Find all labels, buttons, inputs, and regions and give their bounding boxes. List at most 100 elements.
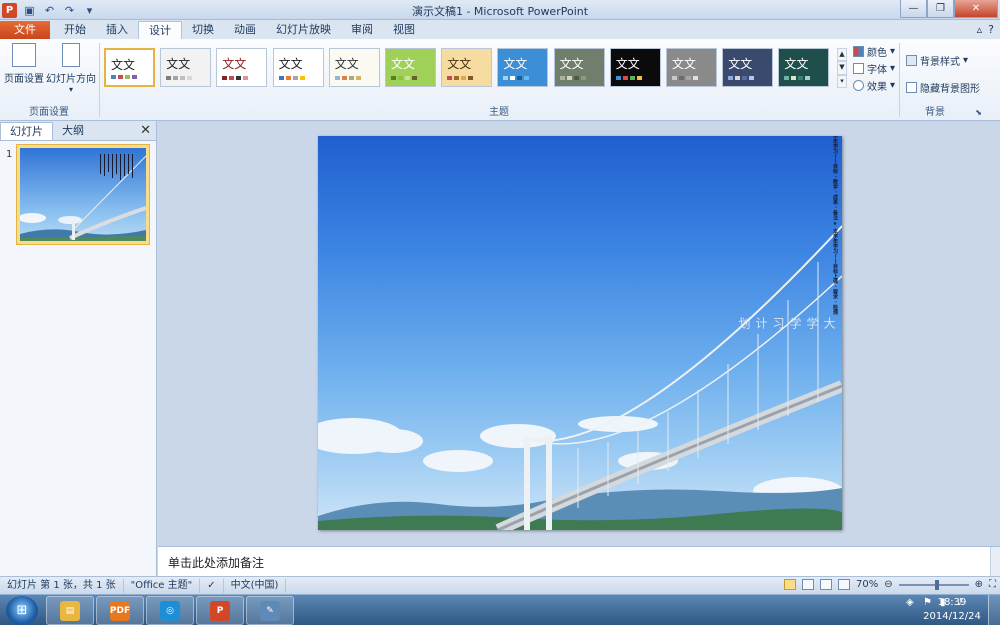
- slide-orientation-button[interactable]: 幻灯片方向 ▾: [46, 43, 96, 94]
- minimize-icon[interactable]: —: [900, 0, 927, 18]
- theme-option[interactable]: 文文: [272, 48, 324, 87]
- taskbar-app-browser[interactable]: ◎: [146, 596, 194, 625]
- theme-option[interactable]: 文文: [216, 48, 268, 87]
- dialog-launcher-icon[interactable]: ⬊: [975, 108, 982, 117]
- theme-color-swatches: [278, 76, 305, 80]
- theme-sample-text: 文文: [503, 57, 528, 71]
- theme-option[interactable]: 文文: [160, 48, 212, 87]
- slide-editor: 大学学习计划 ★ 本学年学习——目标上课 · 要求 · 检测 ★ 第学年学习——目…: [158, 121, 1000, 545]
- tab-outline[interactable]: 大纲: [53, 122, 93, 140]
- theme-option[interactable]: 文文: [104, 48, 155, 87]
- start-button[interactable]: ⊞: [6, 596, 38, 625]
- tab-slideshow[interactable]: 幻灯片放映: [266, 21, 341, 40]
- theme-option[interactable]: 文文: [497, 48, 549, 87]
- tab-home[interactable]: 开始: [54, 21, 96, 40]
- color-swatch: [412, 76, 417, 80]
- theme-color-swatches: [503, 76, 530, 80]
- slide-canvas[interactable]: 大学学习计划 ★ 本学年学习——目标上课 · 要求 · 检测 ★ 第学年学习——目…: [318, 136, 842, 530]
- tab-transitions[interactable]: 切换: [182, 21, 224, 40]
- fit-to-window-icon[interactable]: ⛶: [989, 579, 996, 590]
- slide-sorter-view-icon[interactable]: [801, 579, 814, 590]
- close-icon[interactable]: ✕: [954, 0, 998, 18]
- color-swatch: [236, 76, 242, 80]
- theme-colors-button[interactable]: 颜色 ▾: [853, 44, 895, 59]
- tab-animations[interactable]: 动画: [224, 21, 266, 40]
- hide-background-graphics-checkbox[interactable]: 隐藏背景图形: [906, 80, 980, 95]
- tab-file[interactable]: 文件: [0, 21, 50, 40]
- theme-option[interactable]: 文文: [778, 48, 830, 87]
- theme-option[interactable]: 文文: [328, 48, 380, 87]
- scroll-down-icon[interactable]: ▼: [837, 61, 847, 75]
- theme-option[interactable]: 文文: [609, 48, 661, 87]
- tab-slides[interactable]: 幻灯片: [0, 122, 53, 140]
- zoom-level[interactable]: 70%: [856, 579, 878, 590]
- taskbar-app-paint[interactable]: ✎: [246, 596, 294, 625]
- theme-sample-text: 文文: [559, 57, 584, 71]
- security-shield-icon[interactable]: ◈: [906, 597, 917, 608]
- color-swatch: [348, 76, 354, 80]
- title-bar: P ▣ ↶ ↷ ▾ 演示文稿1 - Microsoft PowerPoint —…: [0, 0, 1000, 20]
- theme-sample-text: 文文: [111, 58, 136, 72]
- zoom-in-icon[interactable]: ⊕: [975, 579, 983, 590]
- color-swatch: [118, 75, 123, 79]
- show-desktop-button[interactable]: [988, 595, 1000, 625]
- slide-thumbnail[interactable]: [16, 144, 150, 245]
- system-clock[interactable]: 18:39 2014/12/24: [922, 596, 982, 624]
- notes-pane[interactable]: 单击此处添加备注: [158, 546, 1000, 577]
- themes-gallery-scroll[interactable]: ▲ ▼ ▾: [837, 48, 847, 88]
- theme-option[interactable]: 文文: [385, 48, 436, 87]
- more-icon[interactable]: ▾: [837, 74, 847, 88]
- tab-review[interactable]: 审阅: [341, 21, 383, 40]
- pdf-icon: PDF: [110, 600, 130, 621]
- theme-option[interactable]: 文文: [722, 48, 774, 87]
- clock-date: 2014/12/24: [923, 611, 981, 622]
- theme-effects-button[interactable]: 效果 ▾: [853, 78, 895, 93]
- zoom-slider-thumb[interactable]: [934, 579, 939, 590]
- color-swatch: [398, 76, 403, 80]
- color-swatch: [278, 76, 284, 80]
- help-icon[interactable]: ?: [988, 23, 994, 36]
- color-swatch: [355, 76, 361, 80]
- tab-view[interactable]: 视图: [383, 21, 425, 40]
- color-swatch: [805, 76, 811, 80]
- language[interactable]: 中文(中国): [224, 578, 287, 593]
- theme-option[interactable]: 文文: [666, 48, 717, 87]
- theme-option[interactable]: 文文: [553, 48, 605, 87]
- reading-view-icon[interactable]: [819, 579, 832, 590]
- maximize-icon[interactable]: ❐: [927, 0, 954, 18]
- color-swatch: [559, 76, 565, 80]
- theme-option[interactable]: 文文: [441, 48, 493, 87]
- color-swatch: [461, 76, 467, 80]
- thumbnail-bridge-scene: [20, 154, 146, 241]
- theme-color-swatches: [111, 75, 137, 79]
- color-swatch: [132, 75, 137, 79]
- spelling-check-icon[interactable]: ✓: [200, 578, 224, 593]
- slideshow-view-icon[interactable]: [837, 579, 850, 590]
- tab-insert[interactable]: 插入: [96, 21, 138, 40]
- taskbar-app-powerpoint[interactable]: P: [196, 596, 244, 625]
- minimize-ribbon-icon[interactable]: ▵: [977, 23, 983, 36]
- zoom-out-icon[interactable]: ⊖: [884, 579, 892, 590]
- close-pane-icon[interactable]: ✕: [140, 123, 151, 138]
- color-swatch: [693, 76, 698, 80]
- zoom-slider[interactable]: [898, 579, 969, 590]
- taskbar-app-explorer[interactable]: ▤: [46, 596, 94, 625]
- chevron-down-icon: ▾: [963, 55, 969, 66]
- notes-scrollbar[interactable]: [990, 547, 1000, 577]
- background-styles-icon: [906, 55, 917, 66]
- color-swatch: [285, 76, 291, 80]
- page-setup-icon: [12, 43, 36, 67]
- color-swatch: [243, 76, 249, 80]
- group-label-background: 背景: [925, 107, 945, 118]
- taskbar-app-pdf[interactable]: PDF: [96, 596, 144, 625]
- scroll-up-icon[interactable]: ▲: [837, 48, 847, 62]
- background-styles-button[interactable]: 背景样式 ▾: [906, 53, 968, 68]
- theme-sample-text: 文文: [784, 57, 809, 71]
- normal-view-icon[interactable]: [783, 579, 796, 590]
- theme-fonts-button[interactable]: 字体 ▾: [853, 61, 895, 76]
- color-swatch: [299, 76, 305, 80]
- tab-design[interactable]: 设计: [138, 21, 182, 40]
- page-setup-button[interactable]: 页面设置: [2, 43, 46, 85]
- slide-vertical-text[interactable]: 大学学习计划 ★ 本学年学习——目标上课 · 要求 · 检测 ★ 第学年学习——目…: [730, 136, 838, 330]
- color-swatch: [405, 76, 410, 80]
